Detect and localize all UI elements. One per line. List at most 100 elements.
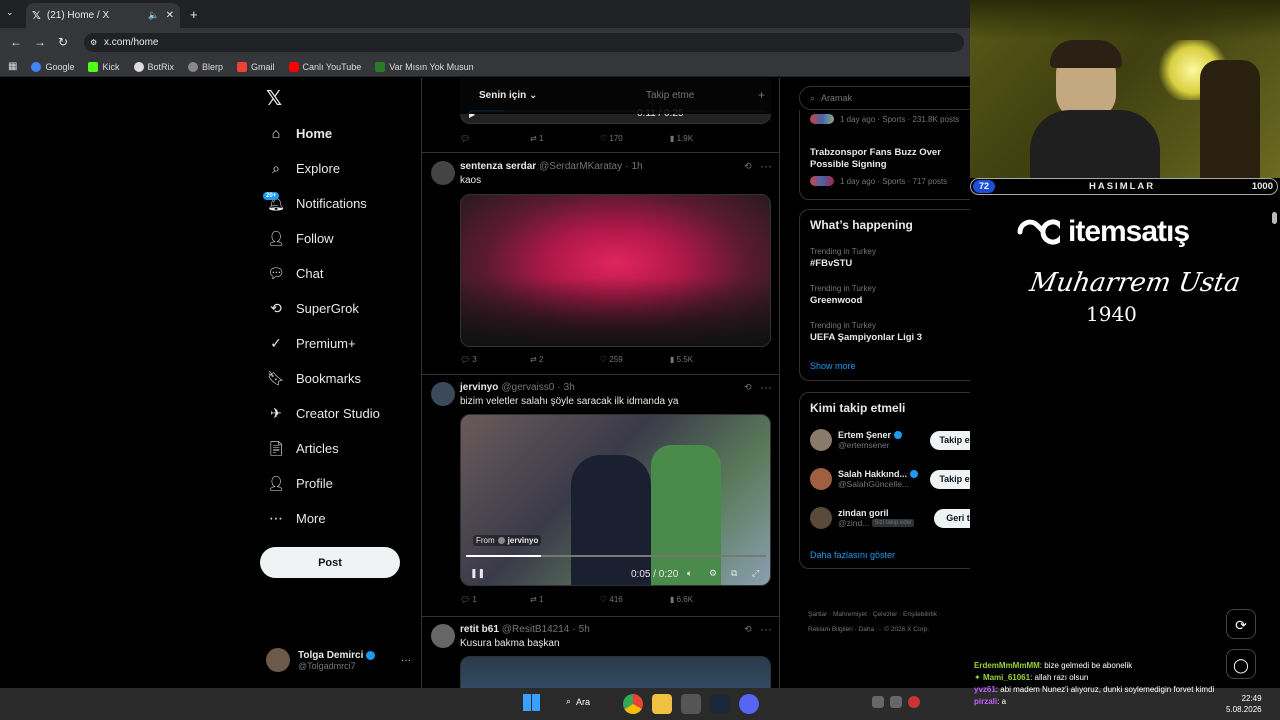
url-field[interactable]: ⚙ x.com/home	[84, 33, 964, 52]
nav-item-explore[interactable]: ⌕ Explore	[268, 153, 340, 183]
tweet-video[interactable]: From jervinyo ❚❚ 0:05 / 0:20 🔈︎ ⚙ ⧉ ⤢	[460, 414, 771, 586]
repost-button[interactable]: ⇄ 1	[530, 134, 600, 143]
views-stat[interactable]: ▮ 5.5K	[670, 355, 740, 364]
chrome-icon[interactable]	[623, 694, 643, 714]
forward-icon[interactable]: →	[34, 35, 46, 49]
tweet-image-flares[interactable]	[460, 194, 771, 347]
video-from-label: From jervinyo	[473, 535, 542, 546]
more-dots-icon[interactable]: ···	[760, 159, 772, 173]
nav-item-chat[interactable]: 💬︎ Chat	[267, 258, 323, 288]
grok-icon[interactable]: ⟲	[744, 161, 752, 172]
add-tab-icon[interactable]: +	[758, 88, 765, 102]
mute-icon[interactable]: 🔈	[148, 10, 159, 21]
back-icon[interactable]: ←	[10, 35, 22, 49]
nav-label: Follow	[296, 230, 334, 246]
show-more-link[interactable]: Daha fazlasını göster	[810, 550, 895, 560]
news-item[interactable]: 1 day ago · Sports · 231.8K posts	[810, 114, 959, 124]
nav-item-premium[interactable]: ✓ Premium+	[268, 328, 355, 358]
section-title: Kimi takip etmeli	[810, 401, 906, 415]
author-name[interactable]: jervinyo	[460, 382, 498, 393]
nav-item-articles[interactable]: 📄︎ Articles	[267, 433, 339, 463]
app-icon[interactable]	[681, 694, 701, 714]
windows-start-icon[interactable]	[523, 694, 540, 711]
author-name[interactable]: retit b61	[460, 624, 499, 635]
taskbar-search[interactable]: ⌕ Ara	[566, 696, 590, 707]
repost-button[interactable]: ⇄ 1	[530, 595, 600, 604]
bookmark-youtube[interactable]: Canlı YouTube	[288, 61, 361, 72]
level-badge: 72	[973, 180, 995, 193]
tweet-actions: 💬︎ 3 ⇄ 2 ♡ 259 ▮ 5.5K	[460, 355, 771, 364]
more-dots-icon[interactable]: ···	[760, 622, 772, 636]
new-tab-button[interactable]: +	[190, 7, 198, 22]
reload-icon[interactable]: ↻	[58, 35, 68, 49]
nav-item-more[interactable]: ⋯ More	[268, 503, 326, 533]
steam-icon[interactable]	[710, 694, 730, 714]
nav-item-follow[interactable]: 👤︎ Follow	[267, 223, 334, 253]
tweet[interactable]: retit b61 @ResitB14214 · 5h ⟲ ··· Kusura…	[422, 617, 779, 688]
grok-icon[interactable]: ⟲	[744, 624, 752, 635]
fullscreen-icon[interactable]: ⤢	[752, 568, 759, 579]
reply-button[interactable]: 💬︎	[460, 134, 530, 143]
profile-icon: 👤︎	[267, 474, 285, 491]
stream-chat: ErdemMmMmMM: bize gelmedi be abonelik ✦ …	[974, 660, 1214, 708]
nav-item-home[interactable]: ⌂ Home	[268, 118, 332, 148]
tweet[interactable]: jervinyo @gervaiss0 · 3h ⟲ ··· bizim vel…	[422, 375, 779, 616]
repost-button[interactable]: ⇄ 2	[530, 355, 600, 364]
chat-fab[interactable]: ◯	[1226, 649, 1256, 679]
discord-icon[interactable]	[739, 694, 759, 714]
more-dots-icon[interactable]: ···	[760, 380, 772, 394]
bookmark-varmisin[interactable]: Var Mısın Yok Musun	[375, 61, 474, 72]
x-logo-icon[interactable]: 𝕏	[266, 86, 282, 111]
close-tab-icon[interactable]: ✕	[166, 10, 174, 21]
bookmark-kick[interactable]: Kick	[88, 61, 120, 72]
tray-icons[interactable]	[872, 696, 920, 708]
post-button[interactable]: Post	[260, 547, 400, 578]
author-name[interactable]: sentenza serdar	[460, 161, 536, 172]
scrollbar[interactable]	[1272, 212, 1277, 224]
kick-icon	[88, 61, 99, 72]
video-progress[interactable]	[466, 555, 766, 557]
show-more-link[interactable]: Show more	[810, 361, 856, 371]
chat-message: ✦ Mami_61061: allah razı olsun	[974, 673, 1089, 682]
tab-following[interactable]: Takip etme	[646, 90, 694, 101]
botrix-icon	[133, 61, 144, 72]
browser-tab[interactable]: 𝕏 (21) Home / X 🔈 ✕	[26, 3, 180, 28]
avatar	[266, 648, 290, 672]
views-stat[interactable]: ▮ 1.9K	[670, 134, 740, 143]
tab-list-button[interactable]: ⌄	[6, 7, 20, 21]
tab-for-you[interactable]: Senin için ⌄	[479, 90, 537, 101]
bookmark-google[interactable]: Google	[31, 61, 74, 72]
search-input[interactable]: ⌕ Aramak	[799, 86, 979, 110]
clock[interactable]: 22:49 5.08.2026	[1226, 693, 1262, 715]
site-info-icon[interactable]: ⚙	[90, 38, 97, 47]
apps-icon[interactable]: ▦	[8, 61, 17, 72]
news-title[interactable]: Trabzonspor Fans Buzz Over Possible Sign…	[810, 147, 980, 171]
reply-button[interactable]: 💬︎ 3	[460, 355, 530, 364]
volume-icon[interactable]: 🔈︎	[687, 568, 692, 579]
nav-item-bookmarks[interactable]: 🔖︎ Bookmarks	[267, 363, 361, 393]
more-dots-icon[interactable]: ···	[401, 655, 411, 666]
pip-icon[interactable]: ⧉	[731, 568, 737, 579]
folder-icon[interactable]	[652, 694, 672, 714]
views-stat[interactable]: ▮ 6.6K	[670, 595, 740, 604]
tweet-image[interactable]	[460, 656, 771, 688]
reply-button[interactable]: 💬︎ 1	[460, 595, 530, 604]
tweet[interactable]: sentenza serdar @SerdarMKaratay · 1h ⟲ ·…	[422, 153, 779, 374]
like-button[interactable]: ♡ 170	[600, 134, 670, 143]
bookmark-blerp[interactable]: Blerp	[188, 61, 223, 72]
like-button[interactable]: ♡ 259	[600, 355, 670, 364]
nav-item-supergrok[interactable]: ⟲ SuperGrok	[268, 293, 359, 323]
pause-icon[interactable]: ❚❚	[470, 568, 485, 579]
news-item[interactable]: 1 day ago · Sports · 717 posts	[810, 176, 947, 186]
settings-icon[interactable]: ⚙	[709, 568, 717, 579]
like-button[interactable]: ♡ 416	[600, 595, 670, 604]
grok-fab[interactable]: ⟳	[1226, 609, 1256, 639]
nav-item-notifications[interactable]: 🔔︎ Notifications	[267, 188, 367, 218]
nav-item-profile[interactable]: 👤︎ Profile	[267, 468, 333, 498]
bookmark-botrix[interactable]: BotRix	[133, 61, 174, 72]
account-switcher[interactable]: Tolga Demirci @Tolgadmrci7 ···	[266, 648, 411, 672]
nav-item-creator-studio[interactable]: ✈ Creator Studio	[268, 398, 380, 428]
grok-icon[interactable]: ⟲	[744, 382, 752, 393]
nav-label: Home	[296, 125, 333, 141]
bookmark-gmail[interactable]: Gmail	[237, 61, 275, 72]
